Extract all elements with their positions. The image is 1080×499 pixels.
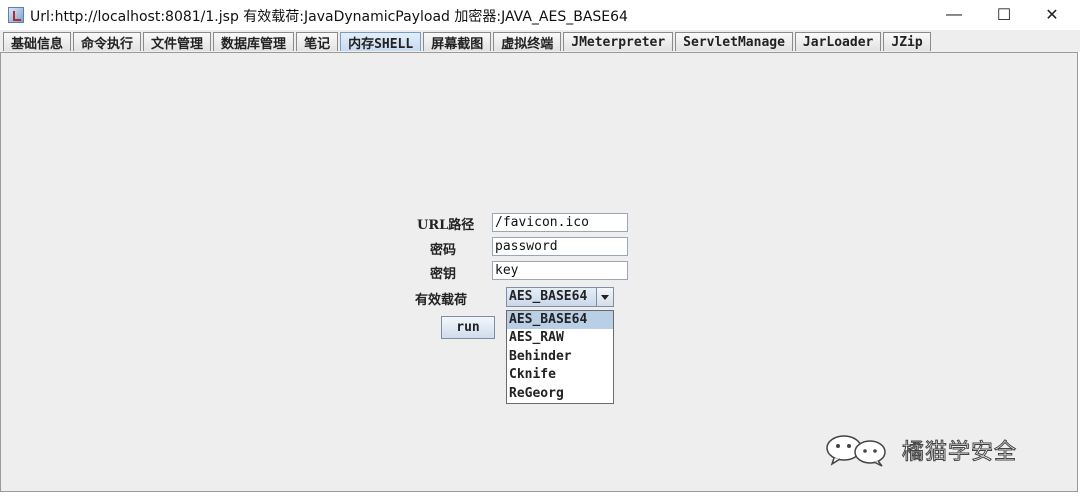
tab-0[interactable]: 基础信息 <box>3 32 72 52</box>
chevron-down-icon[interactable] <box>596 288 613 306</box>
payload-option[interactable]: AES_RAW <box>507 329 613 347</box>
tab-3[interactable]: 数据库管理 <box>213 32 295 52</box>
watermark: 橘猫学安全 <box>822 432 1017 468</box>
url-path-label: URL路径 <box>417 218 475 233</box>
payload-option[interactable]: ReGeorg <box>507 385 613 403</box>
tab-1[interactable]: 命令执行 <box>73 32 142 52</box>
tab-11[interactable]: JZip <box>883 32 931 51</box>
minimize-button[interactable]: — <box>930 0 978 30</box>
payload-select[interactable]: AES_BASE64 <box>506 287 614 307</box>
tab-9[interactable]: ServletManage <box>675 32 793 51</box>
payload-option[interactable]: Behinder <box>507 348 613 366</box>
tab-7[interactable]: 虚拟终端 <box>493 32 562 52</box>
window-bottom-edge <box>0 492 1080 499</box>
tab-6[interactable]: 屏幕截图 <box>423 32 492 52</box>
run-button[interactable]: run <box>441 316 495 339</box>
key-input[interactable] <box>492 261 628 280</box>
key-label: 密钥 <box>430 267 457 282</box>
payload-label: 有效载荷 <box>415 293 468 308</box>
tab-2[interactable]: 文件管理 <box>143 32 212 52</box>
tab-10[interactable]: JarLoader <box>794 32 882 51</box>
payload-option[interactable]: Cknife <box>507 366 613 384</box>
tab-8[interactable]: JMeterpreter <box>563 32 674 51</box>
payload-dropdown-list: AES_BASE64 AES_RAW Behinder Cknife ReGeorg <box>506 310 614 404</box>
password-input[interactable] <box>492 237 628 256</box>
memory-shell-panel: URL路径 密码 密钥 有效载荷 <box>0 52 1078 492</box>
window-title: Url:http://localhost:8081/1.jsp 有效载荷:Jav… <box>30 9 628 25</box>
maximize-button[interactable]: ☐ <box>980 0 1028 30</box>
wechat-icon <box>826 435 886 467</box>
title-bar: Url:http://localhost:8081/1.jsp 有效载荷:Jav… <box>0 0 1080 30</box>
close-button[interactable]: ✕ <box>1028 0 1076 30</box>
tab-bar: 基础信息 命令执行 文件管理 数据库管理 笔记 内存SHELL 屏幕截图 虚拟终端 JMeter… <box>0 30 1080 52</box>
java-app-icon <box>8 7 24 23</box>
watermark-text: 橘猫学安全 <box>901 440 1018 466</box>
tab-4[interactable]: 笔记 <box>296 32 339 52</box>
url-path-input[interactable] <box>492 213 628 232</box>
payload-selected-value: AES_BASE64 <box>509 289 588 304</box>
password-label: 密码 <box>430 243 457 258</box>
tab-list: 基础信息 命令执行 文件管理 数据库管理 笔记 内存SHELL 屏幕截图 虚拟终端 JMeter… <box>3 32 933 52</box>
payload-option[interactable]: AES_BASE64 <box>507 311 613 330</box>
tab-5[interactable]: 内存SHELL <box>340 32 422 52</box>
